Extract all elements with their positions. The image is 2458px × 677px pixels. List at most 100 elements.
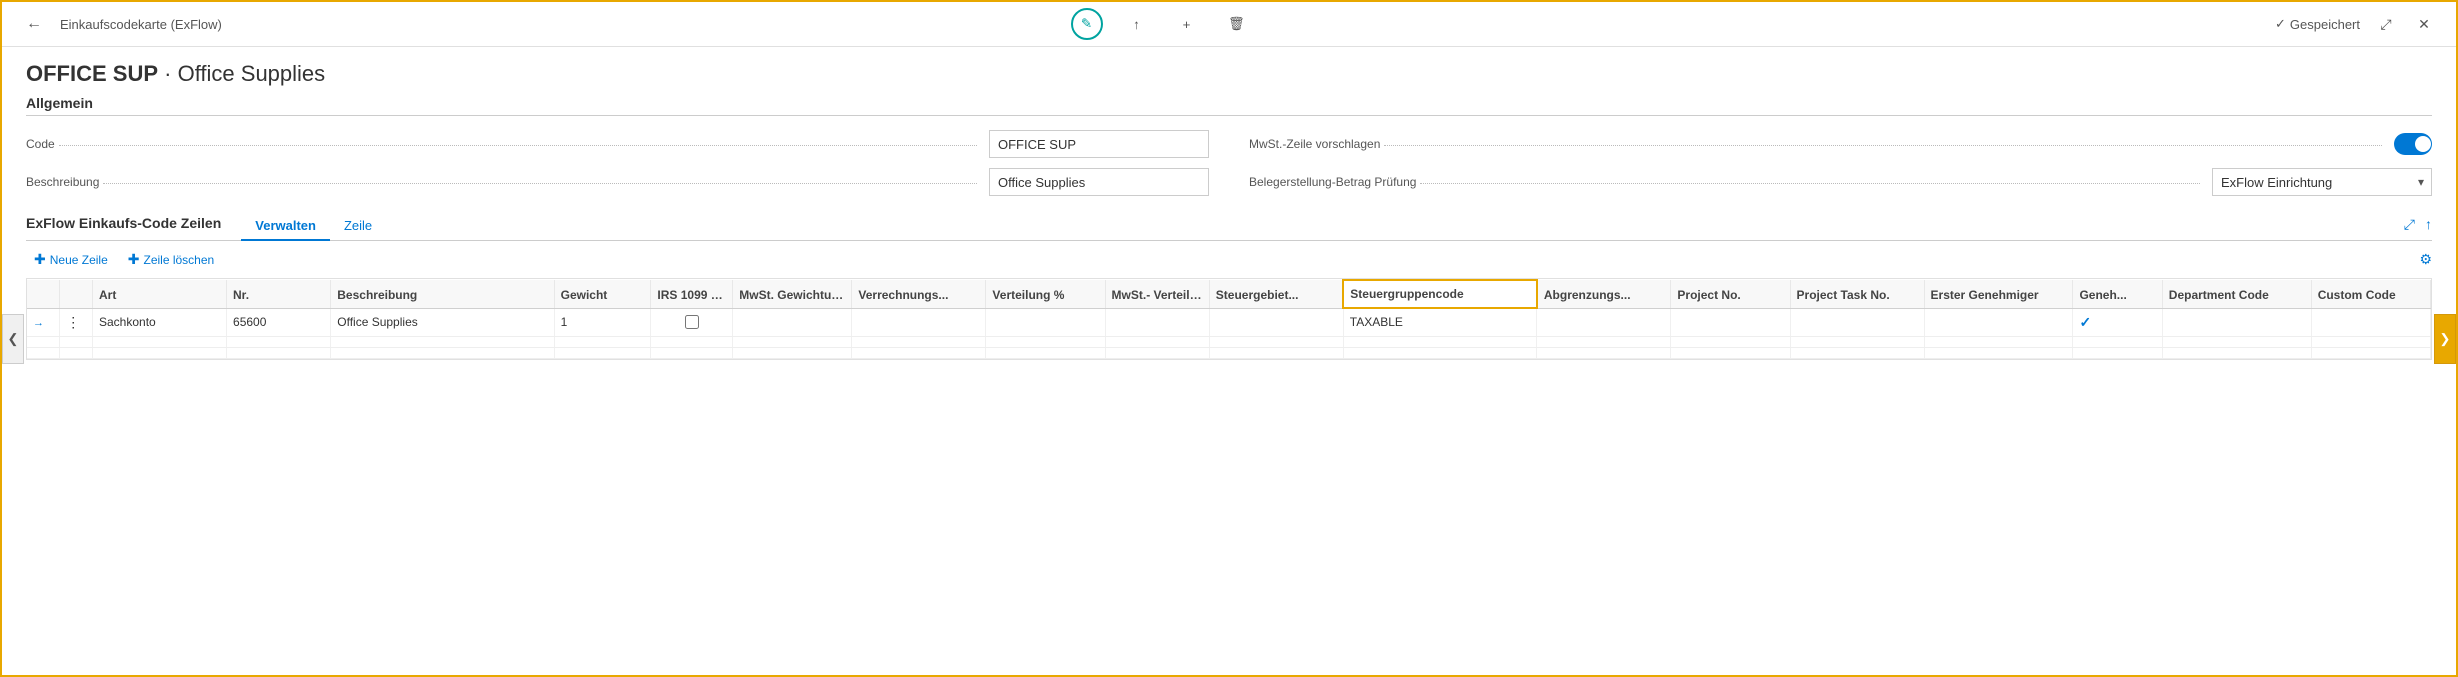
beleg-label-sep bbox=[1420, 183, 2200, 184]
new-row-label: Neue Zeile bbox=[50, 253, 108, 267]
expand-button[interactable]: ⤢ bbox=[2372, 10, 2400, 38]
col-header-abgrenzung: Abgrenzungs... bbox=[1537, 280, 1671, 308]
tabs-expand-button[interactable]: ⤢ bbox=[2404, 216, 2415, 233]
side-nav-right[interactable]: ❯ bbox=[2434, 314, 2456, 364]
share-icon: ↑ bbox=[1133, 17, 1140, 32]
beleg-field-row: Belegerstellung-Betrag Prüfung ExFlow Ei… bbox=[1249, 168, 2432, 196]
row-menu-icon[interactable]: ⋮ bbox=[66, 314, 80, 330]
row-mwst-gew-cell bbox=[733, 308, 852, 336]
beleg-label: Belegerstellung-Betrag Prüfung bbox=[1249, 175, 1416, 189]
add-button[interactable]: + bbox=[1171, 8, 1203, 40]
new-row-icon: ✚ bbox=[34, 251, 46, 268]
delete-row-icon: ✚ bbox=[128, 251, 140, 268]
row-custom-cell bbox=[2311, 308, 2430, 336]
delete-icon: 🗑 bbox=[1228, 16, 1245, 32]
saved-status: ✓ Gespeichert bbox=[2275, 16, 2360, 32]
code-field-row: Code bbox=[26, 130, 1209, 158]
top-nav: ← Einkaufscodekarte (ExFlow) ✎ ↑ + 🗑 ✓ G… bbox=[2, 2, 2456, 47]
geneh-checkmark-icon: ✓ bbox=[2079, 314, 2091, 330]
right-nav-icon: ❯ bbox=[2440, 331, 2451, 347]
code-input[interactable] bbox=[989, 130, 1209, 158]
page-title-code: OFFICE SUP bbox=[26, 61, 158, 86]
col-header-project-task: Project Task No. bbox=[1790, 280, 1924, 308]
page-title-separator: · bbox=[164, 61, 171, 86]
beleg-select[interactable]: ExFlow Einrichtung bbox=[2212, 168, 2432, 196]
data-table: Art Nr. Beschreibung Gewicht IRS 1099 Li bbox=[27, 279, 2431, 359]
tabs-expand-icon: ⤢ bbox=[2404, 216, 2415, 232]
row-steuergruppencode-cell: TAXABLE bbox=[1343, 308, 1537, 336]
col-header-custom: Custom Code bbox=[2311, 280, 2430, 308]
pin-button[interactable]: ✕ bbox=[2410, 10, 2438, 38]
col-header-steuergruppencode[interactable]: Steuergruppencode bbox=[1343, 280, 1537, 308]
tab-verwalten[interactable]: Verwalten bbox=[241, 212, 330, 241]
side-nav-left[interactable]: ❮ bbox=[2, 314, 24, 364]
col-header-irs: IRS 1099 Liable bbox=[651, 280, 733, 308]
toggle-thumb bbox=[2415, 136, 2431, 152]
description-input[interactable] bbox=[989, 168, 1209, 196]
row-abgrenzung-cell bbox=[1537, 308, 1671, 336]
toolbar: ✚ Neue Zeile ✚ Zeile löschen ⚙ bbox=[26, 241, 2432, 278]
toolbar-settings-button[interactable]: ⚙ bbox=[2419, 251, 2432, 268]
table-row: → ⋮ Sachkonto 65600 Office Supplies bbox=[27, 308, 2431, 336]
table-row-empty-1 bbox=[27, 336, 2431, 347]
col-header-beschreibung: Beschreibung bbox=[331, 280, 554, 308]
tabs-share-button[interactable]: ↑ bbox=[2425, 216, 2432, 232]
tabs-section: ExFlow Einkaufs-Code Zeilen Verwalten Ze… bbox=[2, 212, 2456, 278]
table-header-row: Art Nr. Beschreibung Gewicht IRS 1099 Li bbox=[27, 280, 2431, 308]
table-wrapper: Art Nr. Beschreibung Gewicht IRS 1099 Li bbox=[26, 278, 2432, 360]
mwst-toggle-row: MwSt.-Zeile vorschlagen bbox=[1249, 130, 2432, 158]
edit-button[interactable]: ✎ bbox=[1071, 8, 1103, 40]
tab-zeile[interactable]: Zeile bbox=[330, 212, 386, 241]
general-section: Allgemein Code MwSt.-Zeile vorschlagen bbox=[2, 95, 2456, 212]
saved-label-text: Gespeichert bbox=[2290, 17, 2360, 32]
row-arrow-cell: → bbox=[27, 308, 60, 336]
col-header-erster: Erster Genehmiger bbox=[1924, 280, 2073, 308]
row-gewicht-cell: 1 bbox=[554, 308, 651, 336]
left-nav-icon: ❮ bbox=[8, 331, 19, 347]
col-header-steuergebiet: Steuergebiet... bbox=[1209, 280, 1343, 308]
row-irs-cell bbox=[651, 308, 733, 336]
form-grid: Code MwSt.-Zeile vorschlagen Be bbox=[26, 130, 2432, 196]
col-header-gewicht: Gewicht bbox=[554, 280, 651, 308]
col-header-mwst-vert: MwSt.- Verteilung % bbox=[1105, 280, 1209, 308]
tabs-header: ExFlow Einkaufs-Code Zeilen Verwalten Ze… bbox=[26, 212, 2432, 241]
table-row-empty-2 bbox=[27, 347, 2431, 358]
pin-icon: ✕ bbox=[2418, 16, 2430, 33]
mwst-label-sep bbox=[1384, 145, 2381, 146]
row-arrow-icon: → bbox=[33, 317, 44, 329]
description-label-sep bbox=[103, 183, 977, 184]
row-geneh-cell: ✓ bbox=[2073, 308, 2162, 336]
nav-right-icons: ⤢ ✕ bbox=[2372, 10, 2438, 38]
tabs-share-icon: ↑ bbox=[2425, 216, 2432, 232]
delete-button[interactable]: 🗑 bbox=[1221, 8, 1253, 40]
col-header-mwst-gew: MwSt. Gewichtung bbox=[733, 280, 852, 308]
nav-icons: ✎ ↑ + 🗑 bbox=[1071, 8, 1253, 40]
nav-title: Einkaufscodekarte (ExFlow) bbox=[60, 17, 1059, 32]
expand-icon: ⤢ bbox=[2380, 16, 2391, 33]
row-verteilung-cell bbox=[986, 308, 1105, 336]
mwst-toggle[interactable] bbox=[2394, 133, 2432, 155]
col-header-menu bbox=[60, 280, 93, 308]
checkmark-icon: ✓ bbox=[2275, 16, 2286, 32]
delete-row-button[interactable]: ✚ Zeile löschen bbox=[120, 247, 222, 272]
row-nr-cell: 65600 bbox=[227, 308, 331, 336]
row-dept-cell bbox=[2162, 308, 2311, 336]
col-header-dept: Department Code bbox=[2162, 280, 2311, 308]
row-beschreibung-cell: Office Supplies bbox=[331, 308, 554, 336]
new-row-button[interactable]: ✚ Neue Zeile bbox=[26, 247, 116, 272]
col-header-art: Art bbox=[93, 280, 227, 308]
back-icon: ← bbox=[26, 15, 42, 33]
beleg-select-wrapper: ExFlow Einrichtung ▾ bbox=[2212, 168, 2432, 196]
irs-checkbox[interactable] bbox=[685, 315, 699, 329]
col-header-verteilung: Verteilung % bbox=[986, 280, 1105, 308]
col-header-nr: Nr. bbox=[227, 280, 331, 308]
page-title: OFFICE SUP · Office Supplies bbox=[26, 61, 2432, 87]
edit-icon: ✎ bbox=[1081, 16, 1092, 32]
page-title-name: Office Supplies bbox=[178, 61, 326, 86]
row-menu-cell[interactable]: ⋮ bbox=[60, 308, 93, 336]
back-button[interactable]: ← bbox=[20, 10, 48, 38]
share-button[interactable]: ↑ bbox=[1121, 8, 1153, 40]
row-mwst-vert-cell bbox=[1105, 308, 1209, 336]
row-art-cell: Sachkonto bbox=[93, 308, 227, 336]
toolbar-settings-icon: ⚙ bbox=[2419, 251, 2432, 267]
